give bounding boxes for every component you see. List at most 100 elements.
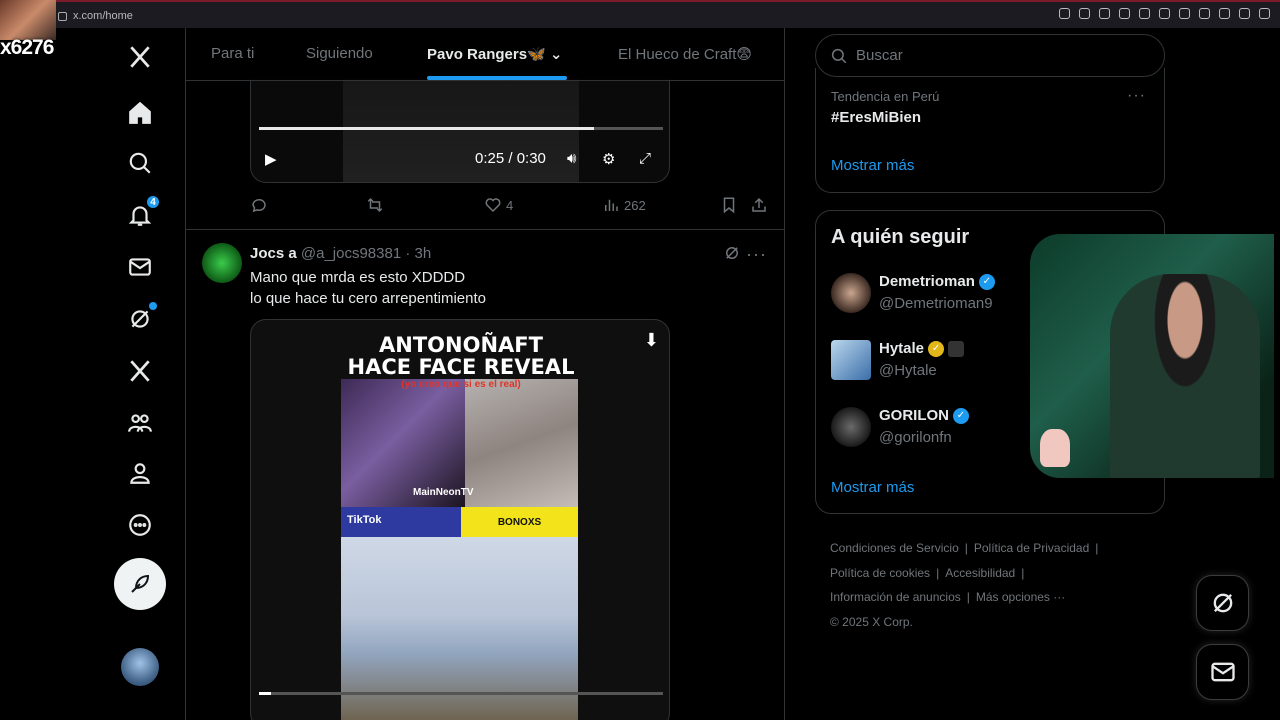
download-icon[interactable] [1239, 8, 1250, 19]
tab-el-hueco-de-craft[interactable]: El Hueco de Craft😨 [618, 45, 752, 63]
tweet2-more-icon[interactable]: ··· [746, 244, 767, 265]
privacy-link[interactable]: Política de Privacidad [974, 541, 1089, 555]
tweet2-video-player[interactable]: BONOXS MainNeonTV TikTok ANTONOÑAFT HACE… [250, 319, 670, 720]
heart-icon [485, 198, 501, 213]
home-icon[interactable] [125, 98, 155, 128]
video-frame [343, 78, 579, 182]
pin-icon[interactable] [1079, 8, 1090, 19]
terms-link[interactable]: Condiciones de Servicio [830, 541, 959, 555]
communities-icon[interactable] [125, 408, 155, 438]
trends-show-more-link[interactable]: Mostrar más [831, 157, 914, 174]
verified-gold-badge-icon: ✓ [928, 340, 945, 357]
verified-badge-icon: ✓ [953, 407, 969, 424]
premium-x-icon[interactable] [125, 356, 155, 386]
play-icon[interactable] [1159, 8, 1170, 19]
notifications-badge: 4 [145, 194, 161, 210]
compose-post-button[interactable] [114, 558, 166, 610]
share-icon[interactable] [1219, 8, 1230, 19]
volume-icon[interactable]: 🔊︎ [567, 150, 576, 167]
settings-gear-icon[interactable]: ⚙ [602, 150, 615, 168]
video-progress-bar[interactable] [259, 127, 663, 130]
follow-handle: @gorilonfn [879, 429, 952, 446]
video2-progress-bar[interactable] [259, 692, 663, 695]
x-logo-icon[interactable] [125, 42, 155, 72]
video-frame: BONOXS MainNeonTV TikTok [341, 379, 578, 720]
shield-icon[interactable] [1119, 8, 1130, 19]
avatar[interactable] [831, 340, 871, 380]
bookmark-button[interactable] [720, 196, 738, 214]
messages-floating-button[interactable] [1196, 644, 1249, 700]
tweet2-author-avatar[interactable] [202, 243, 242, 283]
trend-name[interactable]: #EresMiBien [831, 109, 921, 126]
avatar[interactable] [831, 407, 871, 447]
video2-progress-fill [259, 692, 272, 695]
accessibility-link[interactable]: Accesibilidad [945, 566, 1015, 580]
reply-button[interactable] [250, 196, 268, 214]
extensions-icon[interactable] [1199, 8, 1210, 19]
video-band-label: BONOXS [461, 507, 578, 537]
follow-name: Hytale ✓ [879, 340, 965, 357]
tweet2-author-name[interactable]: Jocs a [250, 245, 297, 262]
trends-card: Tendencia en Perú #EresMiBien ··· Mostra… [815, 68, 1165, 193]
messages-icon[interactable] [125, 252, 155, 282]
fullscreen-icon[interactable]: ⤢ [639, 150, 651, 167]
timeline-column: Para ti Siguiendo Pavo Rangers🦋 ⌄ El Hue… [185, 28, 785, 720]
follow-name: GORILON ✓ [879, 407, 969, 424]
more-options-link[interactable]: Más opciones ··· [976, 590, 1065, 604]
timeline-tabs: Para ti Siguiendo Pavo Rangers🦋 ⌄ El Hue… [186, 28, 784, 81]
webcam-sticker [1040, 429, 1070, 467]
heart-icon[interactable] [1179, 8, 1190, 19]
explore-icon[interactable] [125, 148, 155, 178]
tab-pavo-rangers-label: Pavo Rangers🦋 [427, 46, 546, 63]
affiliate-badge-icon [948, 340, 965, 357]
bookmark-icon [723, 197, 735, 214]
trend-more-icon[interactable]: ··· [1127, 87, 1146, 105]
grok-explain-icon[interactable] [723, 244, 741, 267]
grok-floating-button[interactable] [1196, 575, 1249, 631]
streamer-overlay-image [0, 0, 56, 40]
tab-pavo-rangers[interactable]: Pavo Rangers🦋 ⌄ [427, 45, 562, 63]
grok-icon[interactable] [125, 302, 157, 334]
repost-button[interactable] [366, 196, 384, 214]
avatar[interactable] [831, 273, 871, 313]
download-icon[interactable]: ⬇ [644, 330, 659, 351]
browser-toolbar: x.com/home [0, 0, 1280, 28]
sidebar-footer: Condiciones de Servicio | Política de Priv… [830, 536, 1130, 634]
ublock-icon[interactable] [1139, 8, 1150, 19]
primary-navigation: 4 [110, 28, 185, 720]
mail-icon [1210, 662, 1235, 682]
like-button[interactable]: 4 [484, 196, 513, 214]
cookies-link[interactable]: Política de cookies [830, 566, 930, 580]
tweet2-header: Jocs a @a_jocs98381 · 3h [250, 245, 431, 262]
tweet2-handle-time[interactable]: @a_jocs98381 · 3h [301, 245, 431, 262]
address-bar[interactable]: x.com/home [58, 6, 133, 26]
copyright: © 2025 X Corp. [830, 614, 913, 629]
video-webcam-right [465, 379, 578, 507]
like-count: 4 [506, 197, 514, 213]
share-button[interactable] [750, 196, 768, 214]
profile-icon[interactable] [125, 458, 155, 488]
play-icon[interactable]: ▶ [265, 150, 277, 168]
zoom-icon[interactable] [1059, 8, 1070, 19]
tab-siguiendo[interactable]: Siguiendo [306, 45, 373, 62]
more-options-icon[interactable] [125, 510, 155, 540]
video-subtitle: (yo creo que si es el real) [401, 379, 521, 390]
follow-name: Demetrioman ✓ [879, 273, 995, 290]
menu-icon[interactable] [1259, 8, 1270, 19]
tweet1-video-player[interactable]: ▶ 0:25 / 0:30 🔊︎ ⚙ ⤢ [250, 78, 670, 183]
bookmark-icon[interactable] [1099, 8, 1110, 19]
who-to-follow-show-more-link[interactable]: Mostrar más [831, 479, 914, 496]
tiktok-watermark: TikTok [347, 514, 382, 526]
views-button[interactable]: 262 [602, 196, 646, 214]
streamer-id-label: x6276 [0, 36, 54, 59]
notifications-icon[interactable]: 4 [125, 194, 161, 230]
account-avatar[interactable] [121, 648, 159, 686]
follow-name-text: Hytale [879, 340, 925, 357]
share-icon [752, 197, 766, 212]
search-input[interactable] [856, 47, 1136, 64]
follow-name-text: Demetrioman [879, 273, 975, 290]
ads-info-link[interactable]: Información de anuncios [830, 590, 961, 604]
video-title-line1: ANTONOÑAFT [379, 333, 543, 357]
tab-para-ti[interactable]: Para ti [211, 45, 254, 62]
reply-icon [252, 199, 266, 213]
